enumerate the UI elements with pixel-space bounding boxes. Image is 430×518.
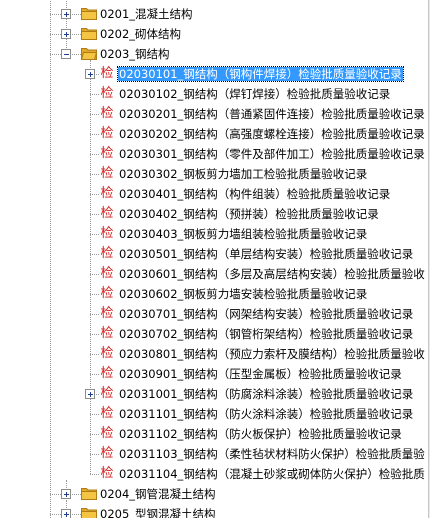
inspection-record-icon: 检	[100, 306, 114, 321]
inspection-record-icon: 检	[100, 266, 114, 281]
tree-node-record[interactable]: 检 02030201_钢结构（普通紧固件连接）检验批质量验收记录	[0, 104, 428, 124]
inspection-record-icon: 检	[100, 286, 114, 301]
tree-node-label[interactable]: 02030501_钢结构（单层结构安装）检验批质量验收记录	[118, 247, 414, 261]
tree-node-record[interactable]: 检 02030202_钢结构（高强度螺栓连接）检验批质量验收记录	[0, 124, 428, 144]
inspection-record-icon: 检	[100, 186, 114, 201]
tree-view[interactable]: 0201_混凝土结构 0202_砌体结构 0203_钢结构检 02030101_钢结构…	[0, 0, 428, 518]
tree-node-label[interactable]: 02030403_钢板剪力墙组装检验批质量验收记录	[118, 227, 368, 241]
inspection-record-icon: 检	[100, 126, 114, 141]
tree-node-label[interactable]: 02030401_钢结构（构件组装）检验批质量验收记录	[118, 187, 391, 201]
expand-toggle-icon[interactable]	[61, 489, 71, 499]
inspection-record-icon: 检	[100, 146, 114, 161]
tree-node-record[interactable]: 检 02031001_钢结构（防腐涂料涂装）检验批质量验收记录	[0, 384, 428, 404]
tree-node-label[interactable]: 02030301_钢结构（零件及部件加工）检验批质量验收记录	[118, 147, 426, 161]
inspection-record-icon: 检	[100, 206, 114, 221]
tree-node-record[interactable]: 检 02030702_钢结构（钢管桁架结构）检验批质量验收记录	[0, 324, 428, 344]
inspection-record-icon: 检	[100, 86, 114, 101]
expand-toggle-icon[interactable]	[61, 29, 71, 39]
tree-node-label[interactable]: 02030702_钢结构（钢管桁架结构）检验批质量验收记录	[118, 327, 414, 341]
tree-node-label[interactable]: 0205_型钢混凝土结构	[99, 507, 217, 518]
folder-closed-icon	[81, 7, 97, 20]
tree-node-label[interactable]: 02030302_钢板剪力墙加工检验批质量验收记录	[118, 167, 368, 181]
tree-node-folder[interactable]: 0204_钢管混凝土结构	[0, 484, 428, 504]
tree-node-record[interactable]: 检 02030901_钢结构（压型金属板）检验批质量验收记录	[0, 364, 428, 384]
tree-node-label[interactable]: 02031101_钢结构（防火涂料涂装）检验批质量验收记录	[118, 407, 414, 421]
tree-node-label[interactable]: 0204_钢管混凝土结构	[99, 487, 217, 501]
inspection-record-icon: 检	[100, 446, 114, 461]
tree-node-record[interactable]: 检 02030501_钢结构（单层结构安装）检验批质量验收记录	[0, 244, 428, 264]
tree-node-record[interactable]: 检 02030101_钢结构（钢构件焊接）检验批质量验收记录	[0, 64, 428, 84]
tree-node-label[interactable]: 02031001_钢结构（防腐涂料涂装）检验批质量验收记录	[118, 387, 414, 401]
tree-node-record[interactable]: 检 02030601_钢结构（多层及高层结构安装）检验批质量验收	[0, 264, 428, 284]
tree-node-folder[interactable]: 0202_砌体结构	[0, 24, 428, 44]
folder-open-icon	[80, 47, 98, 60]
inspection-record-icon: 检	[100, 406, 114, 421]
tree-node-record[interactable]: 检 02031104_钢结构（混凝土砂浆或砌体防火保护）检验批质	[0, 464, 428, 484]
tree-node-label[interactable]: 02030402_钢结构（预拼装）检验批质量验收记录	[118, 207, 380, 221]
tree-node-folder[interactable]: 0203_钢结构	[0, 44, 428, 64]
tree-node-record[interactable]: 检 02030402_钢结构（预拼装）检验批质量验收记录	[0, 204, 428, 224]
inspection-record-icon: 检	[100, 346, 114, 361]
tree-node-record[interactable]: 检 02031103_钢结构（柔性毡状材料防火保护）检验批质量验	[0, 444, 428, 464]
tree-node-label[interactable]: 02031102_钢结构（防火板保护）检验批质量验收记录	[118, 427, 403, 441]
expand-toggle-icon[interactable]	[61, 9, 71, 19]
tree-node-label[interactable]: 02030202_钢结构（高强度螺栓连接）检验批质量验收记录	[118, 127, 426, 141]
tree-node-label[interactable]: 0201_混凝土结构	[99, 7, 194, 21]
tree-node-record[interactable]: 检 02030302_钢板剪力墙加工检验批质量验收记录	[0, 164, 428, 184]
inspection-record-icon: 检	[100, 106, 114, 121]
tree-node-folder[interactable]: 0205_型钢混凝土结构	[0, 504, 428, 518]
inspection-record-icon: 检	[100, 166, 114, 181]
inspection-record-icon: 检	[100, 326, 114, 341]
tree-node-record[interactable]: 检 02031102_钢结构（防火板保护）检验批质量验收记录	[0, 424, 428, 444]
tree-node-label[interactable]: 02030101_钢结构（钢构件焊接）检验批质量验收记录	[117, 66, 404, 82]
tree-node-label[interactable]: 02030102_钢结构（焊钉焊接）检验批质量验收记录	[118, 87, 391, 101]
tree-node-label[interactable]: 02030801_钢结构（预应力索杆及膜结构）检验批质量验收	[118, 347, 426, 361]
inspection-record-icon: 检	[100, 466, 114, 481]
tree-node-label[interactable]: 02030901_钢结构（压型金属板）检验批质量验收记录	[118, 367, 403, 381]
tree-node-label[interactable]: 0203_钢结构	[99, 47, 171, 61]
tree-node-record[interactable]: 检 02031101_钢结构（防火涂料涂装）检验批质量验收记录	[0, 404, 428, 424]
inspection-record-icon: 检	[100, 246, 114, 261]
folder-closed-icon	[81, 507, 97, 518]
tree-node-label[interactable]: 02030701_钢结构（网架结构安装）检验批质量验收记录	[118, 307, 414, 321]
tree-node-record[interactable]: 检 02030403_钢板剪力墙组装检验批质量验收记录	[0, 224, 428, 244]
inspection-record-icon: 检	[100, 366, 114, 381]
tree-node-label[interactable]: 0202_砌体结构	[99, 27, 182, 41]
expand-toggle-icon[interactable]	[85, 69, 95, 79]
tree-node-record[interactable]: 检 02030401_钢结构（构件组装）检验批质量验收记录	[0, 184, 428, 204]
tree-node-label[interactable]: 02030601_钢结构（多层及高层结构安装）检验批质量验收	[118, 267, 426, 281]
tree-node-record[interactable]: 检 02030102_钢结构（焊钉焊接）检验批质量验收记录	[0, 84, 428, 104]
tree-node-record[interactable]: 检 02030301_钢结构（零件及部件加工）检验批质量验收记录	[0, 144, 428, 164]
tree-node-label[interactable]: 02030201_钢结构（普通紧固件连接）检验批质量验收记录	[118, 107, 426, 121]
tree-node-record[interactable]: 检 02030801_钢结构（预应力索杆及膜结构）检验批质量验收	[0, 344, 428, 364]
folder-closed-icon	[81, 487, 97, 500]
inspection-record-icon: 检	[100, 426, 114, 441]
tree-node-label[interactable]: 02031103_钢结构（柔性毡状材料防火保护）检验批质量验	[118, 447, 426, 461]
inspection-record-icon: 检	[100, 226, 114, 241]
expand-toggle-icon[interactable]	[61, 509, 71, 518]
collapse-toggle-icon[interactable]	[61, 49, 71, 59]
tree-node-label[interactable]: 02030602_钢板剪力墙安装检验批质量验收记录	[118, 287, 368, 301]
inspection-record-icon: 检	[100, 386, 114, 401]
tree-node-record[interactable]: 检 02030701_钢结构（网架结构安装）检验批质量验收记录	[0, 304, 428, 324]
inspection-record-icon: 检	[100, 66, 114, 81]
folder-closed-icon	[81, 27, 97, 40]
tree-node-record[interactable]: 检 02030602_钢板剪力墙安装检验批质量验收记录	[0, 284, 428, 304]
tree-node-folder[interactable]: 0201_混凝土结构	[0, 4, 428, 24]
expand-toggle-icon[interactable]	[85, 389, 95, 399]
tree-node-label[interactable]: 02031104_钢结构（混凝土砂浆或砌体防火保护）检验批质	[118, 467, 426, 481]
